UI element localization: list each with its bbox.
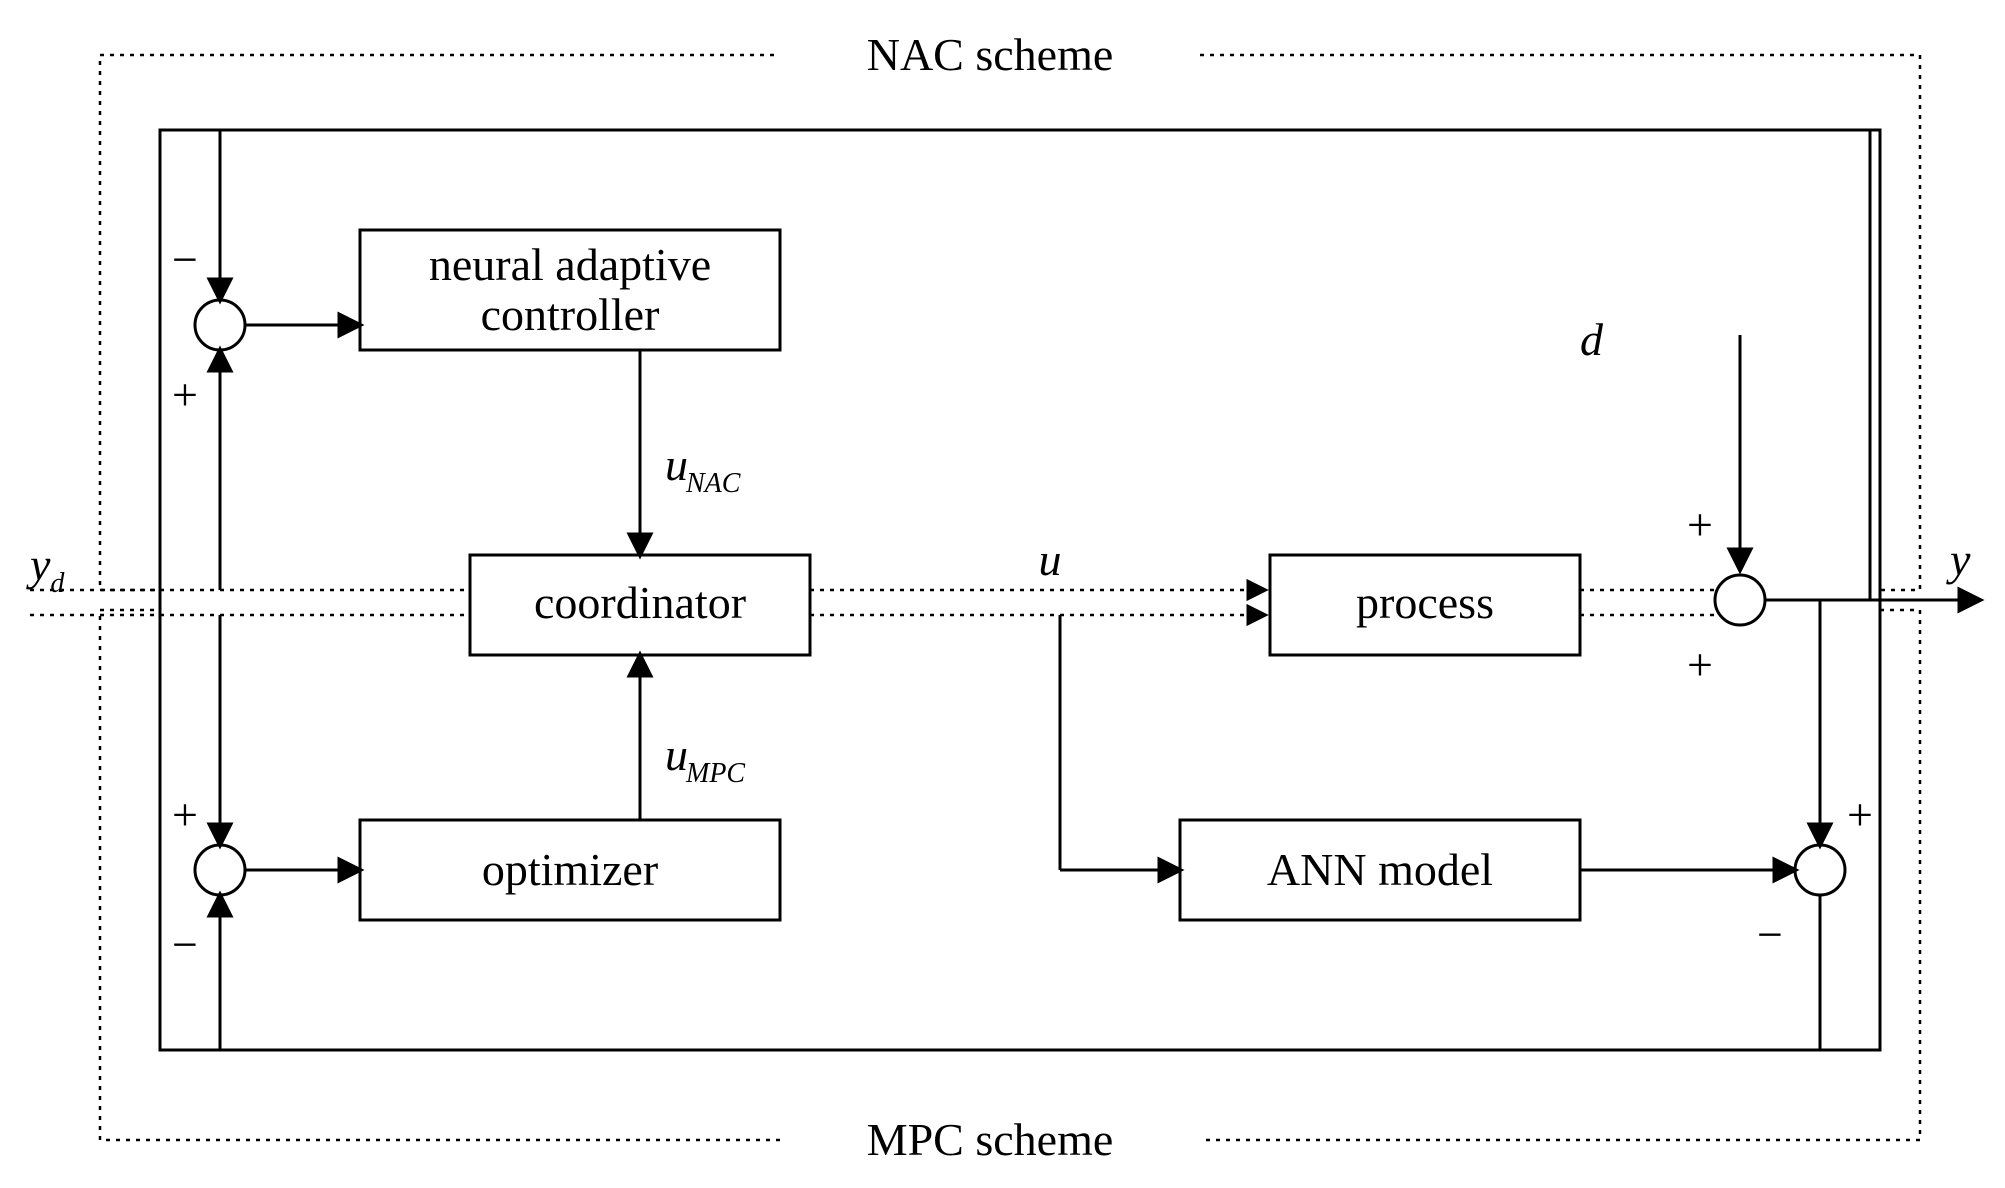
sign-dist-bot: +: [1687, 639, 1713, 690]
optimizer-label: optimizer: [482, 844, 658, 895]
sum-output: [1715, 575, 1765, 625]
block-diagram: NAC scheme MPC scheme y d − + + − neural …: [0, 0, 2005, 1188]
sum-mpc-error: [195, 845, 245, 895]
sign-model-bot: −: [1757, 909, 1783, 960]
process-label: process: [1356, 577, 1494, 628]
mpc-scheme-title: MPC scheme: [867, 1114, 1114, 1165]
signal-u: u: [1039, 534, 1062, 585]
signal-y: y: [1946, 534, 1971, 585]
sum-nac-error: [195, 300, 245, 350]
sign-model-top: +: [1847, 789, 1873, 840]
sign-dist-top: +: [1687, 499, 1713, 550]
sign-mpc-top: +: [172, 789, 198, 840]
nac-ctrl-line2: controller: [481, 289, 660, 340]
sign-nac-top: −: [172, 234, 198, 285]
coordinator-label: coordinator: [534, 577, 746, 628]
nac-ctrl-line1: neural adaptive: [429, 239, 711, 290]
signal-d: d: [1580, 314, 1604, 365]
ann-model-label: ANN model: [1267, 844, 1493, 895]
sign-nac-bot: +: [172, 369, 198, 420]
sum-model-error: [1795, 845, 1845, 895]
nac-scheme-title: NAC scheme: [867, 29, 1114, 80]
sign-mpc-bot: −: [172, 919, 198, 970]
